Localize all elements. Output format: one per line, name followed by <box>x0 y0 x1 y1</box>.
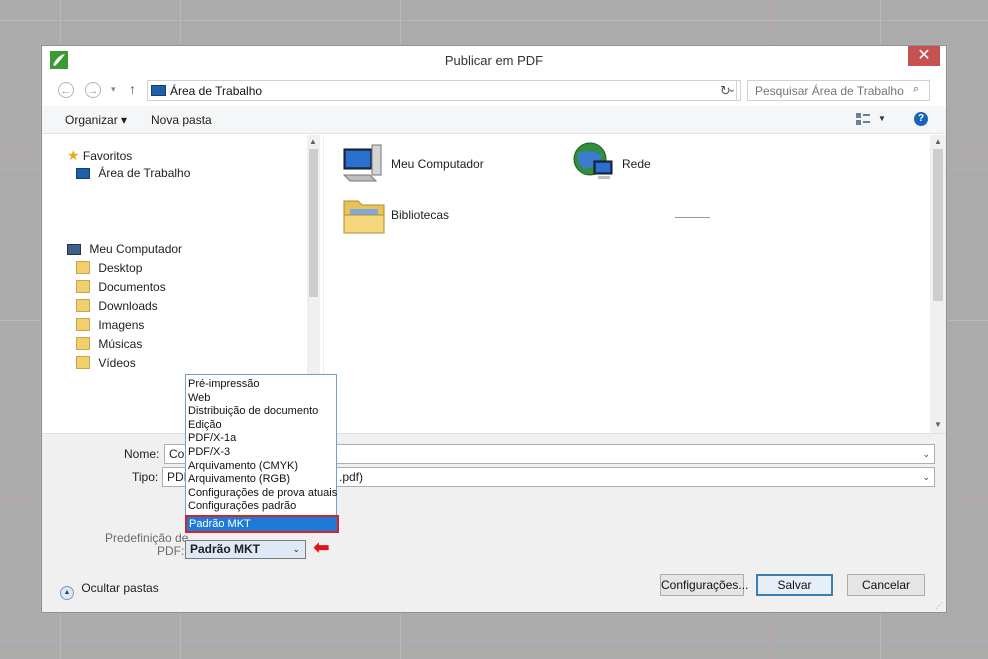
scroll-thumb[interactable] <box>309 149 318 297</box>
folder-icon <box>76 261 90 274</box>
file-name-value: Co <box>169 447 185 461</box>
tree-item-downloads[interactable]: Downloads <box>76 299 158 313</box>
folder-icon <box>76 318 90 331</box>
tree-label: Documentos <box>98 280 166 294</box>
content-item-label: Rede <box>622 157 651 171</box>
cancel-button[interactable]: Cancelar <box>847 574 925 596</box>
resize-grip-icon[interactable]: ⋰ <box>935 601 943 610</box>
tree-label: Imagens <box>98 318 145 332</box>
tree-item-pictures[interactable]: Imagens <box>76 318 144 332</box>
tree-label: Vídeos <box>98 356 136 370</box>
help-icon[interactable]: ? <box>914 112 928 126</box>
tree-label: Favoritos <box>82 149 133 163</box>
scroll-down-icon[interactable]: ▼ <box>934 420 942 429</box>
dropdown-option[interactable]: PDF/X-1a <box>186 432 336 446</box>
dropdown-option[interactable]: Distribuição de documento <box>186 405 336 419</box>
view-options-chevron-icon[interactable]: ▼ <box>878 114 886 123</box>
search-icon: ⌕ <box>913 83 920 95</box>
network-globe-icon <box>573 142 613 179</box>
new-folder-button[interactable]: Nova pasta <box>151 113 212 127</box>
view-options-icon[interactable] <box>856 113 870 125</box>
hide-folders-label: Ocultar pastas <box>81 581 159 595</box>
folder-icon <box>76 280 90 293</box>
content-scrollbar[interactable]: ▲ ▼ <box>930 135 946 433</box>
publish-pdf-dialog: Publicar em PDF ✕ ← → ▾ ↑ Área de Trabal… <box>41 45 947 613</box>
navigation-bar: ← → ▾ ↑ Área de Trabalho ⌄ ↻ ⌕ <box>42 75 946 105</box>
computer-icon <box>67 244 81 255</box>
organize-button[interactable]: Organizar ▾ <box>65 113 127 127</box>
tree-label: Downloads <box>98 299 158 313</box>
pdf-preset-dropdown[interactable]: Pré-impressão Web Distribuição de docume… <box>185 374 339 533</box>
tree-label: Desktop <box>98 261 143 275</box>
search-input[interactable] <box>747 80 930 101</box>
title-bar: Publicar em PDF ✕ <box>42 46 946 74</box>
chevron-down-icon[interactable]: ⌄ <box>922 468 930 486</box>
desktop-icon <box>151 85 166 96</box>
rename-line <box>675 217 710 218</box>
hide-folders-button[interactable]: ▲ Ocultar pastas <box>60 581 159 600</box>
pdf-preset-select[interactable]: Padrão MKT ⌄ <box>185 540 306 559</box>
refresh-icon[interactable]: ↻ <box>715 80 737 101</box>
tree-item-desktop[interactable]: Desktop <box>76 261 142 275</box>
tree-item-favorites[interactable]: ★ Favoritos <box>67 147 132 164</box>
scroll-up-icon[interactable]: ▲ <box>309 137 317 146</box>
scroll-up-icon[interactable]: ▲ <box>934 137 942 146</box>
tree-label: Meu Computador <box>89 242 183 256</box>
back-icon[interactable]: ← <box>58 82 74 98</box>
chevron-down-icon[interactable]: ⌄ <box>922 445 930 463</box>
save-button[interactable]: Salvar <box>756 574 833 596</box>
dropdown-option[interactable]: Configurações de prova atuais <box>186 487 337 501</box>
scroll-thumb[interactable] <box>933 149 943 301</box>
window-title: Publicar em PDF <box>444 53 544 68</box>
forward-icon[interactable]: → <box>85 82 101 98</box>
dropdown-option[interactable]: PDF/X-3 <box>186 446 336 460</box>
download-folder-icon <box>76 299 90 312</box>
dropdown-option[interactable]: Configurações padrão <box>186 500 336 514</box>
file-type-label: Tipo: <box>132 470 159 484</box>
file-name-label: Nome: <box>124 447 160 461</box>
tree-item-music[interactable]: Músicas <box>76 337 142 351</box>
pdf-preset-label-2: PDF: <box>157 544 185 558</box>
grid-line <box>0 20 988 21</box>
content-item-label: Meu Computador <box>391 157 484 171</box>
save-form: Nome: Co ⌄ Tipo: PDF .pdf) ⌄ Predefiniçã… <box>42 433 946 612</box>
music-folder-icon <box>76 337 90 350</box>
tree-item-computer[interactable]: Meu Computador <box>67 242 182 256</box>
computer-icon <box>342 144 382 182</box>
dropdown-option[interactable]: Pré-impressão <box>186 378 336 392</box>
video-folder-icon <box>76 356 90 369</box>
desktop-icon <box>76 168 90 179</box>
star-icon: ★ <box>67 147 80 163</box>
pdf-preset-label: Predefinição de <box>105 531 189 545</box>
chevron-up-icon: ▲ <box>60 586 74 600</box>
toolbar: Organizar ▾ Nova pasta ▼ ? <box>42 106 946 134</box>
libraries-folder-icon <box>343 200 385 234</box>
dropdown-option[interactable]: Edição <box>186 419 336 433</box>
recent-locations-chevron-icon[interactable]: ▾ <box>111 84 116 95</box>
tree-item-videos[interactable]: Vídeos <box>76 356 136 370</box>
dropdown-option-selected[interactable]: Padrão MKT <box>185 515 339 533</box>
dropdown-option[interactable]: Arquivamento (RGB) <box>186 473 336 487</box>
close-button[interactable]: ✕ <box>908 46 940 66</box>
red-arrow-annotation-icon: ⬅ <box>313 537 330 559</box>
file-type-extension: .pdf) <box>339 470 364 484</box>
content-item-label: Bibliotecas <box>391 208 450 222</box>
pdf-preset-value: Padrão MKT <box>190 542 261 556</box>
content-pane: Meu Computador Rede Bibliotecas ▲ ▼ <box>323 135 946 433</box>
tree-item-documents[interactable]: Documentos <box>76 280 166 294</box>
chevron-down-icon[interactable]: ⌄ <box>292 541 300 558</box>
grid-line <box>0 640 988 641</box>
tree-label: Área de Trabalho <box>98 166 191 180</box>
address-text: Área de Trabalho <box>170 84 263 98</box>
tree-label: Músicas <box>98 337 143 351</box>
address-bar[interactable]: Área de Trabalho ⌄ <box>147 80 741 101</box>
dropdown-option[interactable]: Arquivamento (CMYK) <box>186 460 336 474</box>
dropdown-option[interactable]: Web <box>186 392 336 406</box>
settings-button[interactable]: Configurações... <box>660 574 748 596</box>
up-arrow-icon[interactable]: ↑ <box>129 81 136 97</box>
tree-item-desktop-favorite[interactable]: Área de Trabalho <box>76 166 190 180</box>
